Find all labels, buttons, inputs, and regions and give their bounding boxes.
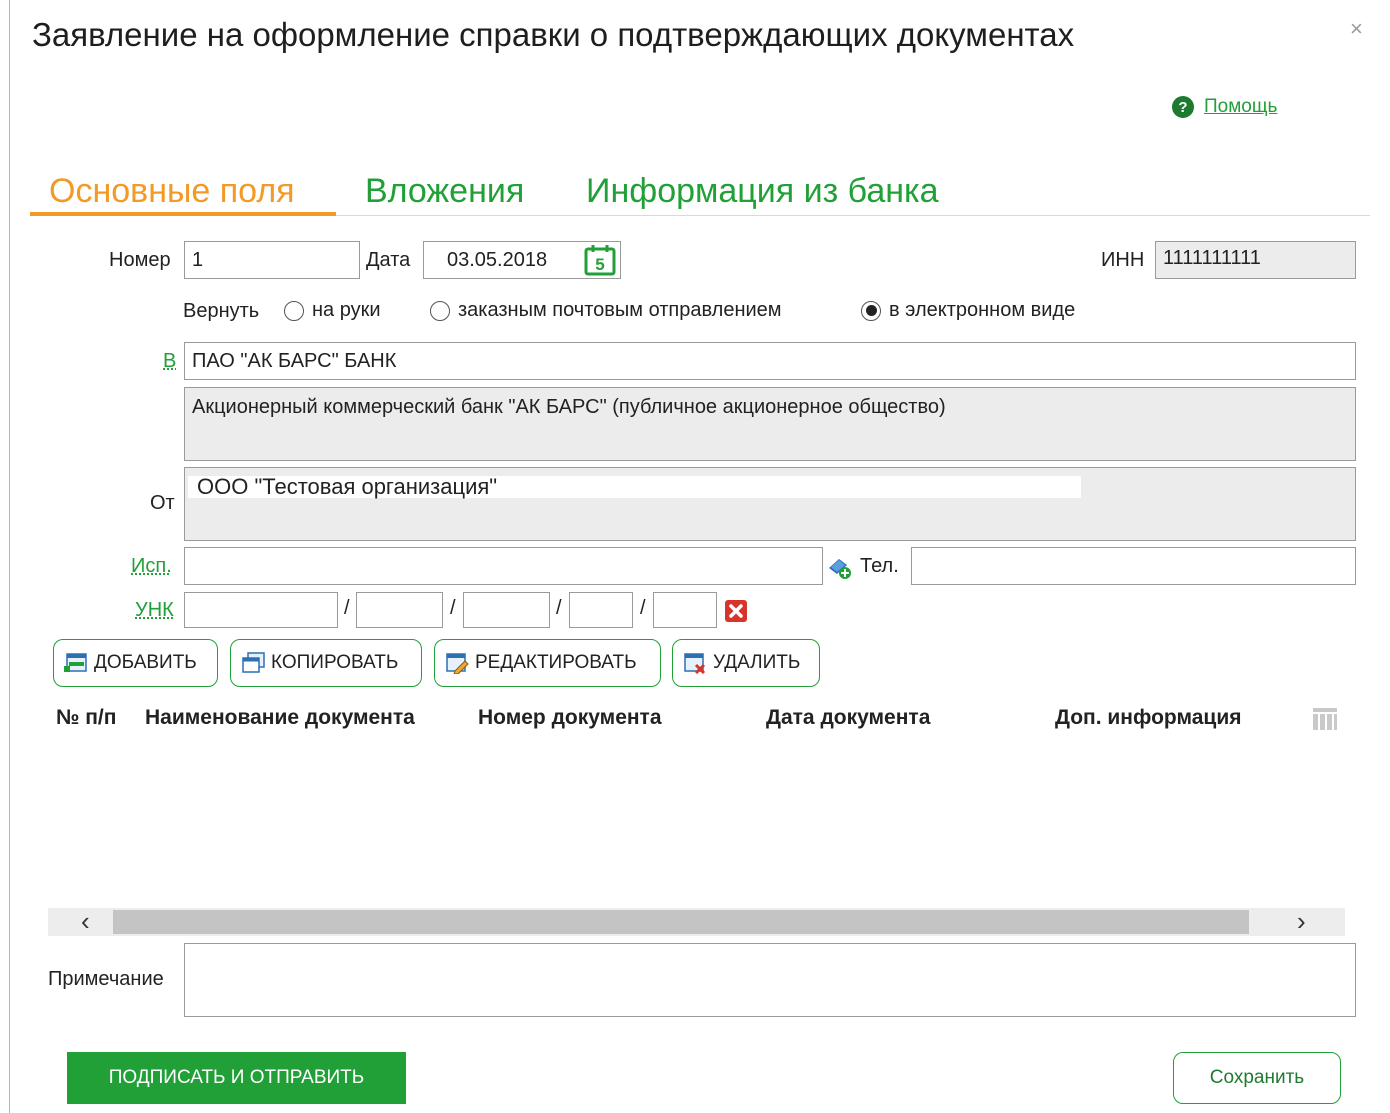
radio-in-person[interactable] (284, 300, 304, 321)
scroll-left-icon[interactable]: ‹ (81, 906, 90, 937)
column-header-document-name[interactable]: Наименование документа (145, 706, 415, 730)
date-value: 03.05.2018 (447, 248, 548, 271)
unk-separator: / (344, 597, 350, 619)
copy-icon (241, 652, 265, 674)
unk-part-1[interactable] (184, 592, 338, 628)
unk-part-4[interactable] (569, 592, 633, 628)
radio-electronic[interactable] (861, 300, 881, 321)
note-field[interactable] (184, 943, 1356, 1017)
help-link[interactable]: Помощь (1204, 96, 1277, 118)
column-header-document-number[interactable]: Номер документа (478, 706, 662, 730)
help-icon: ? (1172, 96, 1194, 118)
clear-unk-icon[interactable] (724, 599, 748, 623)
unk-separator: / (556, 597, 562, 619)
unk-select-link[interactable]: УНК (135, 599, 174, 622)
bank-full-name: Акционерный коммерческий банк "АК БАРС" … (184, 387, 1356, 461)
from-field: ООО "Тестовая организация" (184, 467, 1356, 541)
number-label: Номер (109, 249, 171, 271)
executor-field[interactable] (184, 547, 823, 585)
note-label: Примечание (48, 968, 164, 990)
close-icon[interactable]: × (1350, 16, 1363, 42)
documents-table-body (48, 740, 1345, 906)
add-button-label: ДОБАВИТЬ (94, 652, 197, 673)
delete-button-label: УДАЛИТЬ (713, 652, 801, 673)
radio-in-person-label: на руки (312, 299, 381, 321)
number-field[interactable]: 1 (184, 241, 360, 279)
copy-button[interactable]: КОПИРОВАТЬ (230, 639, 422, 687)
phone-label: Тел. (860, 555, 899, 577)
executor-select-link[interactable]: Исп. (131, 555, 172, 578)
unk-part-2[interactable] (356, 592, 443, 628)
tab-attachments[interactable]: Вложения (365, 172, 524, 211)
save-button[interactable]: Сохранить (1173, 1052, 1341, 1104)
inn-field: 1111111111 (1155, 241, 1356, 279)
active-tab-underline (30, 212, 336, 216)
calendar-icon[interactable]: 5 (583, 243, 617, 277)
calendar-day: 5 (595, 255, 604, 274)
table-delete-icon (683, 652, 707, 675)
tab-main-fields[interactable]: Основные поля (49, 172, 295, 211)
table-add-icon (64, 652, 88, 674)
tab-bank-info[interactable]: Информация из банка (586, 172, 939, 211)
bank-select-link[interactable]: В (163, 350, 176, 373)
sign-and-send-button[interactable]: ПОДПИСАТЬ И ОТПРАВИТЬ (67, 1052, 406, 1104)
bank-field[interactable]: ПАО "АК БАРС" БАНК (184, 342, 1356, 380)
add-contact-icon[interactable] (827, 554, 853, 580)
edit-button[interactable]: РЕДАКТИРОВАТЬ (434, 639, 661, 687)
help-link-group[interactable]: ? Помощь (1172, 96, 1277, 118)
unk-part-5[interactable] (653, 592, 717, 628)
return-option-registered-mail[interactable]: заказным почтовым отправлением (430, 299, 782, 322)
date-label: Дата (366, 249, 411, 271)
edit-button-label: РЕДАКТИРОВАТЬ (475, 652, 637, 673)
copy-button-label: КОПИРОВАТЬ (271, 652, 399, 673)
dialog-window: Заявление на оформление справки о подтве… (9, 0, 1390, 1113)
unk-part-3[interactable] (463, 592, 550, 628)
return-option-electronic[interactable]: в электронном виде (861, 299, 1075, 322)
from-value: ООО "Тестовая организация" (188, 476, 1081, 498)
column-header-index[interactable]: № п/п (56, 706, 116, 730)
add-button[interactable]: ДОБАВИТЬ (53, 639, 218, 687)
column-header-extra-info[interactable]: Доп. информация (1055, 706, 1241, 730)
inn-label: ИНН (1101, 249, 1145, 271)
edit-icon (445, 652, 469, 675)
return-option-in-person[interactable]: на руки (284, 299, 381, 322)
unk-separator: / (450, 597, 456, 619)
column-settings-icon[interactable] (1312, 707, 1338, 731)
from-label: От (150, 492, 175, 514)
radio-registered-mail[interactable] (430, 300, 450, 321)
delete-button[interactable]: УДАЛИТЬ (672, 639, 820, 687)
column-header-document-date[interactable]: Дата документа (766, 706, 930, 730)
scroll-right-icon[interactable]: › (1297, 906, 1306, 937)
unk-separator: / (640, 597, 646, 619)
radio-electronic-label: в электронном виде (889, 299, 1076, 321)
radio-registered-mail-label: заказным почтовым отправлением (458, 299, 782, 321)
dialog-title: Заявление на оформление справки о подтве… (32, 16, 1075, 53)
return-label: Вернуть (183, 300, 260, 322)
phone-field[interactable] (911, 547, 1356, 585)
scrollbar-thumb[interactable] (113, 910, 1249, 934)
